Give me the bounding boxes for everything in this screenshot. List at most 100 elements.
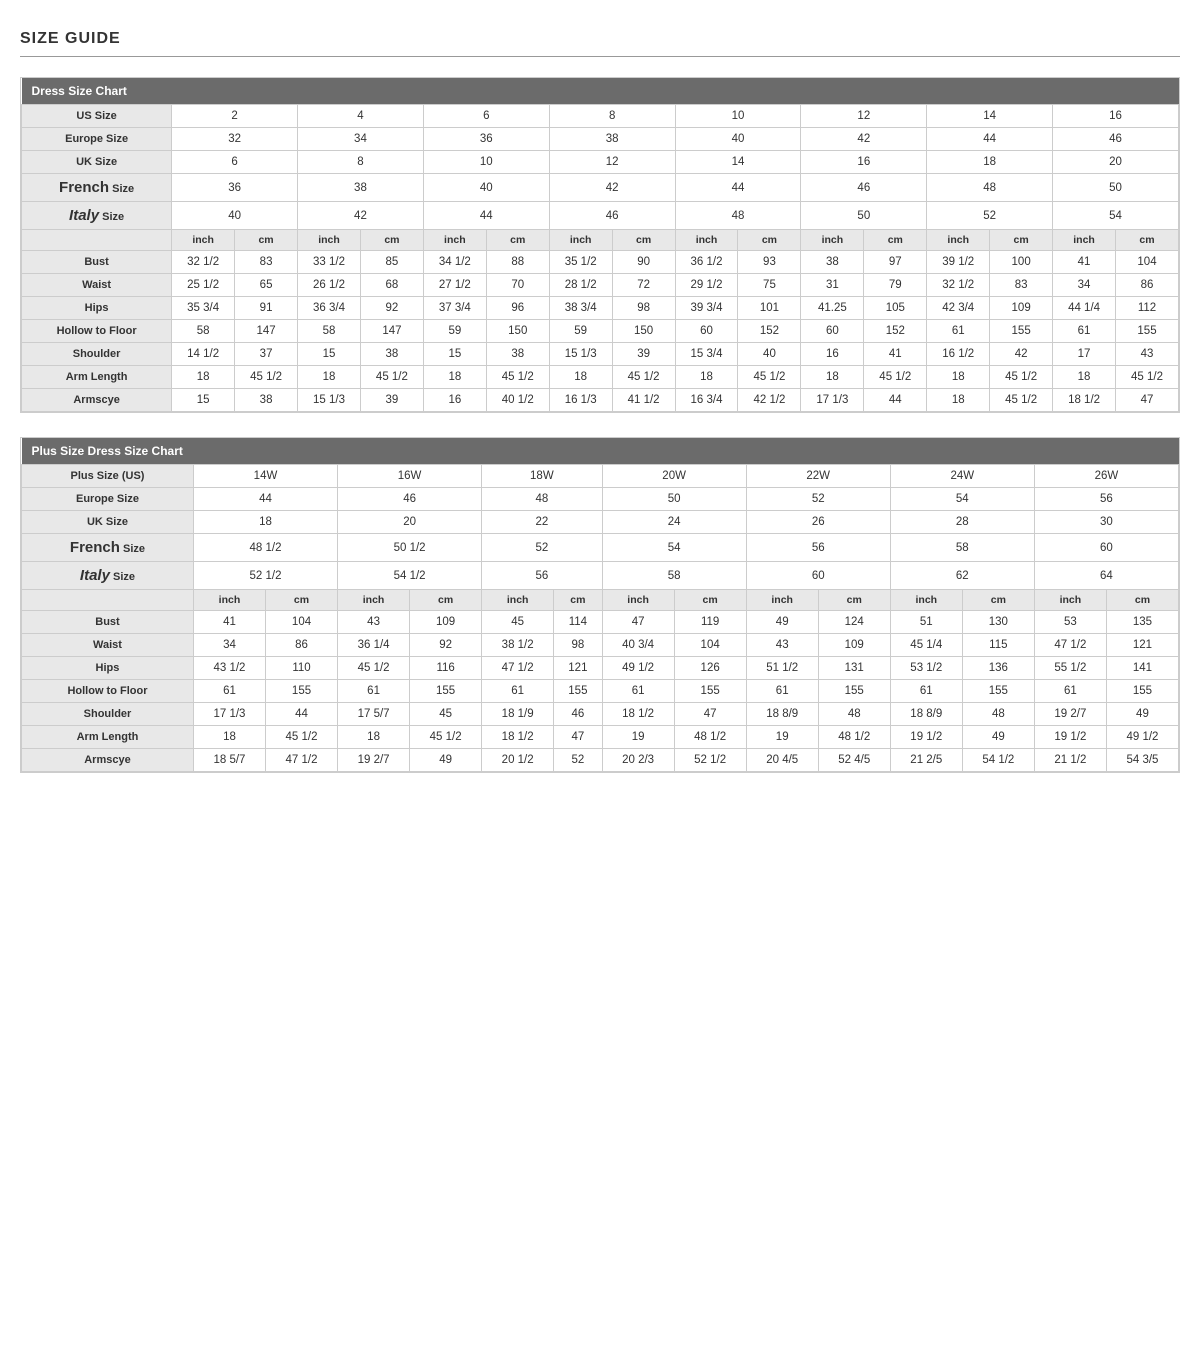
- data-cell: 83: [990, 274, 1053, 297]
- label-value: 18: [193, 511, 337, 534]
- data-cell: 49 1/2: [602, 657, 674, 680]
- data-cell: 135: [1106, 611, 1178, 634]
- data-cell: 92: [360, 297, 423, 320]
- data-cell: 45: [482, 611, 554, 634]
- subheader-cell: inch: [890, 590, 962, 611]
- data-cell: 93: [738, 251, 801, 274]
- label-row: UK Size18202224262830: [22, 511, 1179, 534]
- data-cell: 75: [738, 274, 801, 297]
- data-cell: 155: [266, 680, 338, 703]
- data-cell: 109: [990, 297, 1053, 320]
- data-cell: 59: [423, 320, 486, 343]
- data-cell: 39: [360, 389, 423, 412]
- table-section-header: Dress Size Chart: [22, 78, 1179, 105]
- data-cell: 155: [818, 680, 890, 703]
- data-cell: 70: [486, 274, 549, 297]
- label-row: UK Size68101214161820: [22, 151, 1179, 174]
- row-label: Italy Size: [22, 202, 172, 230]
- data-row-label: Hollow to Floor: [22, 320, 172, 343]
- data-cell: 18: [927, 366, 990, 389]
- data-cell: 42: [990, 343, 1053, 366]
- label-row: US Size246810121416: [22, 105, 1179, 128]
- data-cell: 45: [410, 703, 482, 726]
- data-cell: 45 1/2: [338, 657, 410, 680]
- label-row: Europe Size44464850525456: [22, 488, 1179, 511]
- data-cell: 39 1/2: [927, 251, 990, 274]
- data-cell: 18 8/9: [746, 703, 818, 726]
- data-cell: 18: [927, 389, 990, 412]
- label-row: Plus Size (US)14W16W18W20W22W24W26W: [22, 465, 1179, 488]
- label-value: 20: [338, 511, 482, 534]
- data-cell: 104: [674, 634, 746, 657]
- label-value: 36: [172, 174, 298, 202]
- data-cell: 18: [193, 726, 265, 749]
- data-cell: 48 1/2: [818, 726, 890, 749]
- subheader-cell: inch: [298, 230, 361, 251]
- data-cell: 43: [746, 634, 818, 657]
- data-row-label: Bust: [22, 611, 194, 634]
- label-value: 10: [423, 151, 549, 174]
- data-cell: 109: [818, 634, 890, 657]
- data-cell: 17: [1053, 343, 1116, 366]
- data-cell: 33 1/2: [298, 251, 361, 274]
- data-cell: 101: [738, 297, 801, 320]
- data-cell: 45 1/2: [1116, 366, 1179, 389]
- label-value: 6: [172, 151, 298, 174]
- data-cell: 16 1/2: [927, 343, 990, 366]
- data-cell: 41 1/2: [612, 389, 675, 412]
- data-cell: 19: [746, 726, 818, 749]
- label-row: French Size48 1/250 1/25254565860: [22, 534, 1179, 562]
- label-value: 22W: [746, 465, 890, 488]
- data-cell: 21 2/5: [890, 749, 962, 772]
- row-label: Europe Size: [22, 488, 194, 511]
- row-label: Italy Size: [22, 562, 194, 590]
- data-cell: 40 3/4: [602, 634, 674, 657]
- data-cell: 131: [818, 657, 890, 680]
- subheader-cell: cm: [612, 230, 675, 251]
- data-cell: 39 3/4: [675, 297, 738, 320]
- data-cell: 155: [962, 680, 1034, 703]
- data-cell: 124: [818, 611, 890, 634]
- data-cell: 39: [612, 343, 675, 366]
- data-cell: 51 1/2: [746, 657, 818, 680]
- data-cell: 37: [235, 343, 298, 366]
- row-label: UK Size: [22, 511, 194, 534]
- data-cell: 18: [172, 366, 235, 389]
- data-cell: 45 1/2: [612, 366, 675, 389]
- label-value: 22: [482, 511, 602, 534]
- data-cell: 18: [423, 366, 486, 389]
- label-value: 52: [746, 488, 890, 511]
- data-cell: 52: [554, 749, 602, 772]
- data-cell: 155: [1106, 680, 1178, 703]
- data-cell: 58: [298, 320, 361, 343]
- label-value: 46: [338, 488, 482, 511]
- label-value: 40: [172, 202, 298, 230]
- data-cell: 45 1/2: [990, 366, 1053, 389]
- label-value: 14: [927, 105, 1053, 128]
- data-cell: 45 1/2: [360, 366, 423, 389]
- data-row-label: Hips: [22, 657, 194, 680]
- row-label: Plus Size (US): [22, 465, 194, 488]
- subheader-cell: inch: [423, 230, 486, 251]
- data-cell: 47: [602, 611, 674, 634]
- data-row-label: Waist: [22, 634, 194, 657]
- data-cell: 155: [410, 680, 482, 703]
- data-cell: 68: [360, 274, 423, 297]
- data-cell: 19 1/2: [1034, 726, 1106, 749]
- data-row-label: Waist: [22, 274, 172, 297]
- data-cell: 112: [1116, 297, 1179, 320]
- plus-size-chart-wrapper: Plus Size Dress Size ChartPlus Size (US)…: [20, 437, 1180, 773]
- data-cell: 104: [1116, 251, 1179, 274]
- data-cell: 18: [298, 366, 361, 389]
- data-cell: 49: [746, 611, 818, 634]
- subheader-cell: inch: [338, 590, 410, 611]
- data-cell: 45 1/2: [486, 366, 549, 389]
- data-row: Arm Length1845 1/21845 1/21845 1/21845 1…: [22, 366, 1179, 389]
- label-value: 60: [746, 562, 890, 590]
- data-cell: 38: [801, 251, 864, 274]
- label-value: 6: [423, 105, 549, 128]
- data-cell: 20 1/2: [482, 749, 554, 772]
- subheader-cell: inch: [549, 230, 612, 251]
- label-value: 50 1/2: [338, 534, 482, 562]
- data-cell: 61: [338, 680, 410, 703]
